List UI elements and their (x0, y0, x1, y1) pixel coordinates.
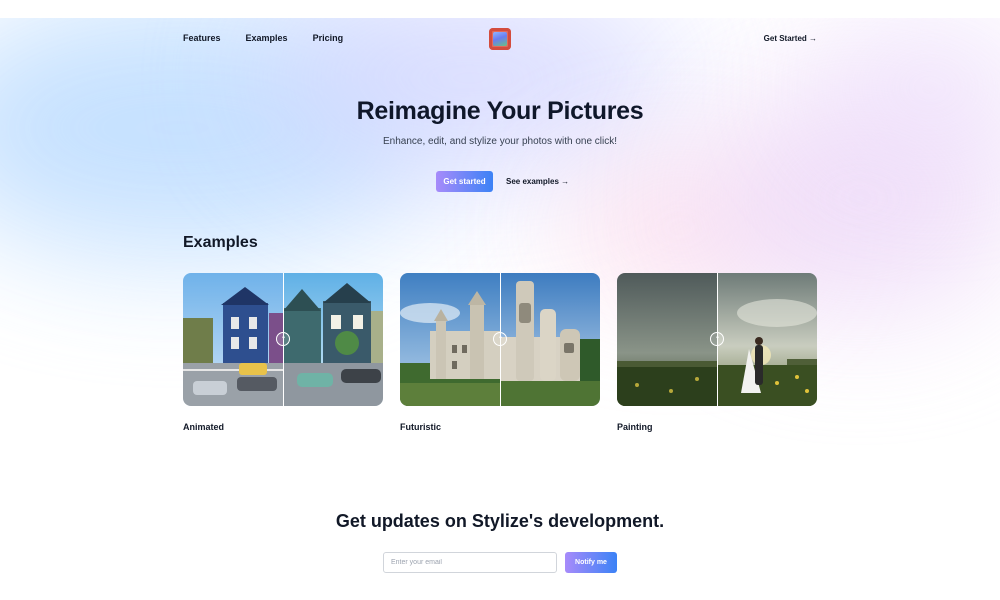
hero-subtitle: Enhance, edit, and stylize your photos w… (382, 136, 618, 147)
compare-arrows-icon[interactable]: ‹› (493, 332, 507, 346)
example-card-futuristic: ‹› Futuristic (400, 273, 600, 432)
top-strip (0, 0, 1000, 18)
example-card-painting: ‹› Painting (617, 273, 817, 432)
stylized-painting-half (717, 273, 817, 406)
top-navigation: Features Examples Pricing Get Started → (183, 28, 817, 50)
nav-get-started-link[interactable]: Get Started → (764, 34, 817, 43)
original-photo-half (183, 273, 283, 406)
compare-arrows-icon[interactable]: ‹› (710, 332, 724, 346)
get-started-button[interactable]: Get started (436, 171, 493, 192)
nav-links: Features Examples Pricing (183, 33, 343, 43)
hero-title: Reimagine Your Pictures (356, 97, 644, 125)
see-examples-link[interactable]: See examples → (506, 177, 569, 186)
compare-image-painting[interactable]: ‹› (617, 273, 817, 406)
original-photo-half (400, 273, 500, 406)
nav-link-examples[interactable]: Examples (246, 33, 288, 43)
stylized-futuristic-half (500, 273, 600, 406)
original-photo-half (617, 273, 717, 406)
examples-title: Examples (183, 234, 258, 251)
email-input[interactable] (383, 552, 557, 573)
stylized-animated-half (283, 273, 383, 406)
example-card-animated: ‹› Animated (183, 273, 383, 432)
stylize-logo-icon[interactable] (489, 28, 511, 50)
updates-title: Get updates on Stylize's development. (335, 511, 665, 531)
nav-link-pricing[interactable]: Pricing (313, 33, 344, 43)
compare-arrows-icon[interactable]: ‹› (276, 332, 290, 346)
compare-image-animated[interactable]: ‹› (183, 273, 383, 406)
card-label-painting: Painting (617, 422, 653, 432)
nav-link-features[interactable]: Features (183, 33, 221, 43)
card-label-animated: Animated (183, 422, 225, 432)
compare-image-futuristic[interactable]: ‹› (400, 273, 600, 406)
card-label-futuristic: Futuristic (400, 422, 442, 432)
notify-me-button[interactable]: Notify me (565, 552, 617, 573)
